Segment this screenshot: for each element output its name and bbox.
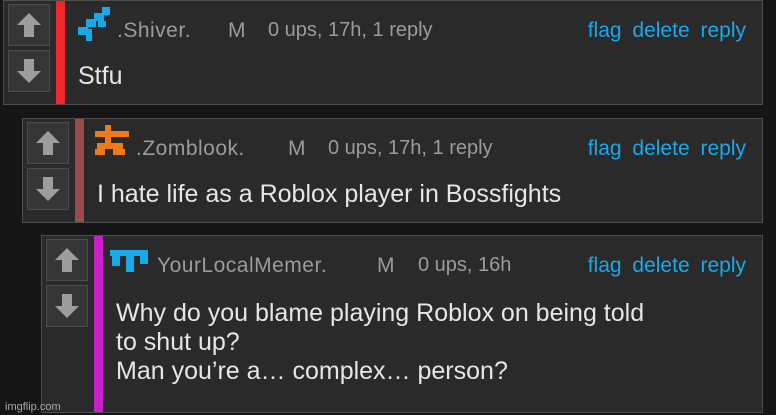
comment-text: I hate life as a Roblox player in Bossfi… <box>97 180 561 209</box>
comment-text-line: Man you’re a… complex… person? <box>116 357 508 385</box>
arrow-down-icon <box>17 59 41 83</box>
user-avatar-icon <box>110 250 148 272</box>
gender-label: M <box>377 254 395 277</box>
comment-zomblook: .Zomblook. M 0 ups, 17h, 1 reply flag de… <box>22 118 763 223</box>
reply-link[interactable]: reply <box>700 254 746 277</box>
downvote-button[interactable] <box>27 168 69 210</box>
comment-header: .Shiver. M 0 ups, 17h, 1 reply flag dele… <box>4 5 762 45</box>
comment-actions: flag delete reply <box>583 137 746 161</box>
username[interactable]: YourLocalMemer. <box>157 254 327 278</box>
username[interactable]: .Shiver. <box>117 19 191 43</box>
delete-link[interactable]: delete <box>632 19 689 42</box>
flag-link[interactable]: flag <box>588 19 622 42</box>
comment-shiver: .Shiver. M 0 ups, 17h, 1 reply flag dele… <box>3 0 763 105</box>
comment-meta: 0 ups, 16h <box>418 254 512 276</box>
watermark: imgflip.com <box>5 401 61 413</box>
delete-link[interactable]: delete <box>632 137 689 160</box>
comment-text-line: Why do you blame playing Roblox on being… <box>116 299 645 327</box>
arrow-down-icon <box>55 294 79 318</box>
comment-actions: flag delete reply <box>583 254 746 278</box>
flag-link[interactable]: flag <box>588 254 622 277</box>
comment-text: Stfu <box>78 62 122 91</box>
comment-header: .Zomblook. M 0 ups, 17h, 1 reply flag de… <box>23 123 762 163</box>
user-avatar-icon <box>78 7 110 41</box>
arrow-down-icon <box>36 177 60 201</box>
reply-link[interactable]: reply <box>700 19 746 42</box>
comment-text: Why do you blame playing Roblox on being… <box>116 299 644 386</box>
reply-link[interactable]: reply <box>700 137 746 160</box>
user-avatar-icon <box>95 125 129 155</box>
comment-actions: flag delete reply <box>583 19 746 43</box>
comment-meta: 0 ups, 17h, 1 reply <box>328 137 493 159</box>
comment-text-line: I hate life as a Roblox player in Bossfi… <box>97 180 562 208</box>
flag-link[interactable]: flag <box>588 137 622 160</box>
username[interactable]: .Zomblook. <box>136 137 245 161</box>
downvote-button[interactable] <box>8 50 50 92</box>
downvote-button[interactable] <box>46 285 88 327</box>
gender-label: M <box>288 137 306 160</box>
comment-text-line: Stfu <box>78 62 123 90</box>
gender-label: M <box>228 19 246 42</box>
comment-header: YourLocalMemer. M 0 ups, 16h flag delete… <box>42 240 762 280</box>
comment-meta: 0 ups, 17h, 1 reply <box>268 19 433 41</box>
comment-text-line: to shut up? <box>116 328 240 356</box>
delete-link[interactable]: delete <box>632 254 689 277</box>
comment-yourlocalmemer: YourLocalMemer. M 0 ups, 16h flag delete… <box>41 235 763 413</box>
